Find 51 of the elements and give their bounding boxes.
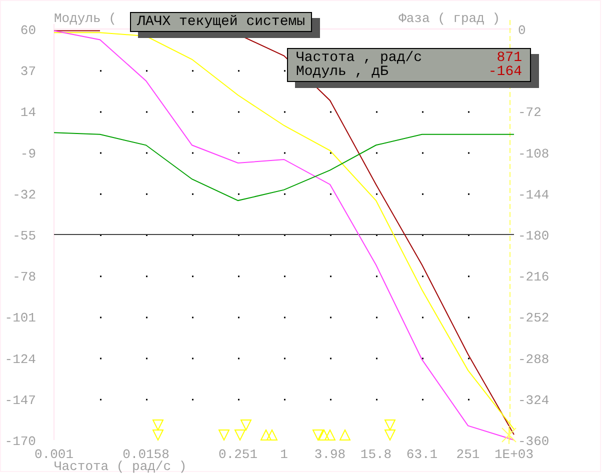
marker-icon — [152, 420, 164, 432]
axis-tick-label: 37 — [20, 64, 36, 80]
axis-tick-label: -72 — [518, 105, 542, 120]
axis-tick-label: -144 — [518, 187, 550, 202]
readout-value: -164 — [488, 65, 522, 79]
axis-tick-label: -78 — [12, 270, 36, 285]
marker-icon — [312, 430, 324, 442]
axis-tick-label: 0 — [518, 23, 526, 38]
axis-tick-label: -170 — [4, 434, 36, 449]
axis-tick-label: 251 — [456, 447, 480, 462]
readout-label: Модуль , дБ — [296, 65, 388, 79]
readout-label: Частота , рад/с — [296, 51, 422, 65]
axis-tick-label: 0.001 — [34, 447, 74, 462]
axis-title: Частота ( рад/с ) — [54, 459, 187, 474]
marker-icon — [266, 428, 278, 440]
axis-tick-label: 63.1 — [406, 447, 438, 462]
axis-tick-label: 0.0158 — [122, 447, 170, 462]
marker-icon — [318, 428, 330, 440]
cursor-star-icon — [502, 426, 516, 444]
axis-tick-label: 14 — [20, 105, 36, 120]
marker-icon — [234, 430, 246, 442]
marker-icon — [218, 430, 230, 442]
axis-tick-label: 60 — [20, 23, 36, 38]
marker-icon — [152, 430, 164, 442]
axis-tick-label: -55 — [12, 228, 36, 244]
marker-icon — [260, 428, 272, 440]
axis-tick-label: -360 — [518, 434, 550, 449]
marker-icon — [240, 420, 252, 432]
axis-tick-label: 0.251 — [218, 447, 258, 462]
axis-tick-label: -252 — [518, 310, 550, 326]
readout-value: 871 — [496, 51, 522, 65]
axis-tick-label: -124 — [4, 352, 36, 367]
marker-icon — [324, 428, 336, 440]
axis-tick-label: 1 — [280, 447, 288, 462]
axis-title: Модуль ( — [54, 11, 116, 26]
axis-title: Фаза ( град ) — [398, 11, 500, 26]
axis-tick-label: -324 — [518, 392, 550, 408]
axis-tick-label: -288 — [518, 352, 550, 367]
axis-tick-label: -9 — [20, 146, 36, 162]
marker-icon — [339, 428, 351, 440]
axis-tick-label: -108 — [518, 146, 550, 162]
axis-tick-label: 15.8 — [360, 447, 392, 462]
axis-tick-label: -101 — [4, 310, 36, 326]
axis-tick-label: -216 — [518, 270, 550, 285]
marker-icon — [384, 420, 396, 432]
axis-tick-label: 1E+03 — [494, 447, 534, 462]
axis-tick-label: -147 — [4, 392, 36, 408]
axis-tick-label: 3.98 — [314, 447, 346, 462]
axis-tick-label: -32 — [12, 187, 36, 202]
axis-tick-label: -180 — [518, 228, 550, 244]
marker-icon — [384, 430, 396, 442]
